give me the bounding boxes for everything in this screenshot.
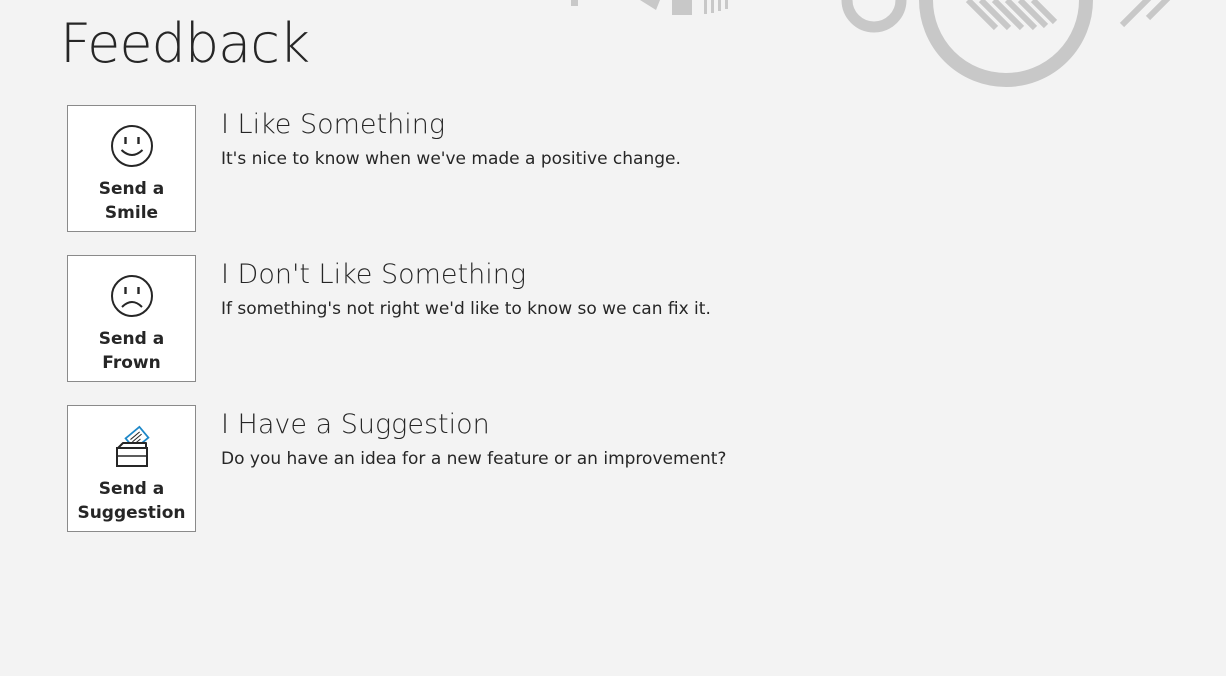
option-heading-dislike: I Don't Like Something — [221, 259, 527, 290]
smile-icon — [110, 125, 153, 167]
feedback-page: Feedback Send a Smile I Like Something I… — [0, 0, 1226, 676]
feedback-option-frown: Send a Frown I Don't Like Something If s… — [67, 255, 827, 382]
page-title: Feedback — [60, 12, 310, 75]
send-smile-button[interactable]: Send a Smile — [67, 105, 196, 232]
frown-icon — [110, 275, 153, 317]
option-heading-suggestion: I Have a Suggestion — [221, 409, 490, 440]
send-smile-label: Send a Smile — [98, 179, 165, 223]
send-frown-button[interactable]: Send a Frown — [67, 255, 196, 382]
option-description-suggestion: Do you have an idea for a new feature or… — [221, 449, 727, 469]
option-description-like: It's nice to know when we've made a posi… — [221, 149, 681, 169]
send-suggestion-button[interactable]: Send a Suggestion — [67, 405, 196, 532]
feedback-option-suggestion: Send a Suggestion I Have a Suggestion Do… — [67, 405, 827, 532]
feedback-option-smile: Send a Smile I Like Something It's nice … — [67, 105, 827, 232]
option-description-dislike: If something's not right we'd like to kn… — [221, 299, 711, 319]
option-heading-like: I Like Something — [221, 109, 446, 140]
send-frown-label: Send a Frown — [98, 329, 165, 373]
send-suggestion-label: Send a Suggestion — [77, 479, 186, 523]
suggestion-box-icon — [115, 425, 150, 467]
